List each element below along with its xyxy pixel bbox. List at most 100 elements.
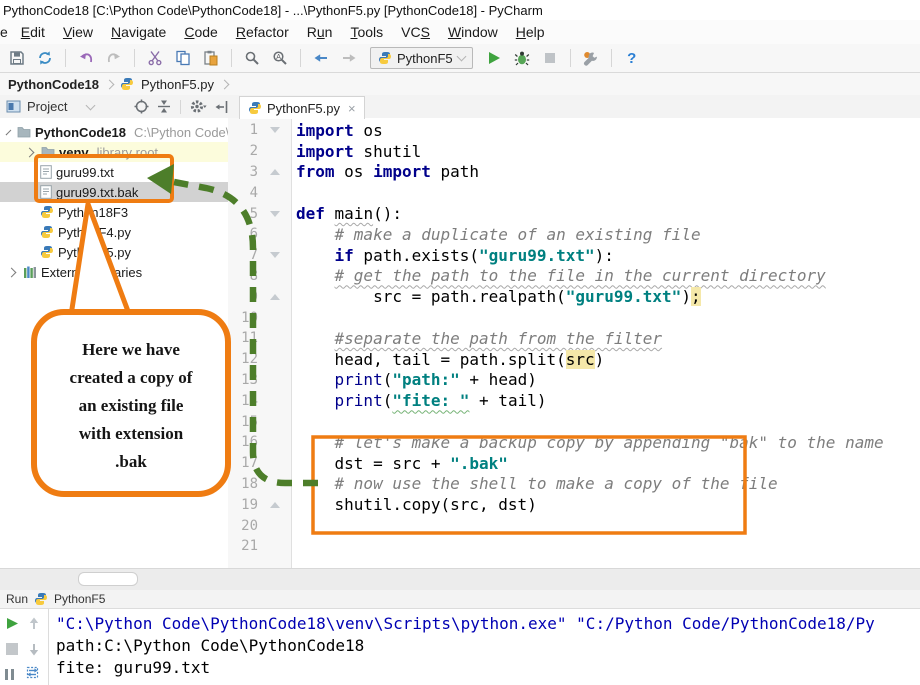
line-number: 17 [228,455,258,471]
menu-code[interactable]: Code [175,24,226,40]
menu-refactor[interactable]: Refactor [227,24,298,40]
menu-view[interactable]: View [54,24,102,40]
down-arrow-icon[interactable] [26,641,42,657]
close-tab-icon[interactable]: × [348,101,356,116]
tree-item-external-libraries[interactable]: External Libraries [0,262,228,282]
paste-icon[interactable] [198,46,224,70]
fold-marker-icon[interactable] [270,502,280,508]
tree-item-pythonf4-py[interactable]: PythonF4.py [0,222,228,242]
code-editor[interactable]: 1import os2import shutil3from os import … [228,118,920,568]
code-line-18[interactable]: 18 # now use the shell to make a copy of… [228,474,920,495]
breadcrumb-item[interactable]: PythonCode18 [8,77,99,92]
undo-icon[interactable] [73,46,99,70]
menu-help[interactable]: Help [507,24,554,40]
code-line-11[interactable]: 11 #separate the path from the filter [228,328,920,349]
chevron-right-icon[interactable] [25,147,35,157]
code-line-15[interactable]: 15 [228,411,920,432]
chevron-right-icon [105,79,115,89]
horizontal-scrollbar-track[interactable] [0,568,920,591]
fold-marker-icon[interactable] [270,252,280,258]
pause-icon[interactable] [2,666,18,682]
code-line-1[interactable]: 1import os [228,120,920,141]
restart-icon[interactable] [24,664,40,680]
stop-icon[interactable] [4,641,20,657]
rerun-icon[interactable] [4,615,20,631]
menu-window[interactable]: Window [439,24,507,40]
run-config-select[interactable]: PythonF5 [370,47,473,69]
toolbar-separator [65,49,66,67]
back-icon[interactable] [308,46,334,70]
code-line-21[interactable]: 21 [228,536,920,557]
code-line-6[interactable]: 6 # make a duplicate of an existing file [228,224,920,245]
code-line-5[interactable]: 5def main(): [228,203,920,224]
collapse-all-icon[interactable] [157,99,171,114]
copy-icon[interactable] [170,46,196,70]
menu-navigate[interactable]: Navigate [102,24,175,40]
tree-item-pythonf5-py[interactable]: PythonF5.py [0,242,228,262]
code-line-2[interactable]: 2import shutil [228,141,920,162]
fold-marker-icon[interactable] [270,127,280,133]
find-icon[interactable] [239,46,265,70]
code-line-8[interactable]: 8 # get the path to the file in the curr… [228,266,920,287]
forward-icon[interactable] [336,46,362,70]
stop-icon[interactable] [537,46,563,70]
gear-icon[interactable] [190,99,207,114]
replace-icon[interactable]: A [267,46,293,70]
code-text: import os [292,121,383,140]
locate-icon[interactable] [134,99,149,114]
sync-icon[interactable] [32,46,58,70]
chevron-down-icon[interactable] [6,129,12,135]
debug-icon[interactable] [509,46,535,70]
run-panel-tab[interactable]: PythonF5 [54,592,105,606]
python-icon [248,101,262,115]
python-icon [34,592,48,606]
code-line-17[interactable]: 17 dst = src + ".bak" [228,453,920,474]
help-icon[interactable]: ? [619,46,645,70]
code-line-3[interactable]: 3from os import path [228,162,920,183]
settings-wrench-icon[interactable] [578,46,604,70]
tree-item-guru99-txt[interactable]: guru99.txt [0,162,228,182]
editor-tab-strip: PythonF5.py × [228,95,920,119]
fold-marker-icon[interactable] [270,211,280,217]
up-arrow-icon[interactable] [26,615,42,631]
menu-items: EditViewNavigateCodeRefactorRunToolsVCSW… [12,24,554,40]
line-number: 5 [228,206,258,222]
fold-marker-icon[interactable] [270,294,280,300]
code-line-9[interactable]: 9 src = path.realpath("guru99.txt"); [228,286,920,307]
tree-item-pythoncode18[interactable]: PythonCode18C:\Python Code\Pyt [0,122,228,142]
breadcrumb-item[interactable]: PythonF5.py [141,77,214,92]
toolbar-separator [570,49,571,67]
console-line: "C:\Python Code\PythonCode18\venv\Script… [56,612,920,634]
code-line-20[interactable]: 20 [228,515,920,536]
tree-item-python18f3[interactable]: Python18F3 [0,202,228,222]
pycharm-window: { "window": {"title": "PythonCode18 [C:\… [0,0,920,685]
menu-file-clipped[interactable]: e [0,24,12,40]
tab-pythonf5[interactable]: PythonF5.py × [239,96,365,119]
code-line-19[interactable]: 19 shutil.copy(src, dst) [228,494,920,515]
code-line-7[interactable]: 7 if path.exists("guru99.txt"): [228,245,920,266]
hide-panel-icon[interactable] [215,100,228,114]
menu-edit[interactable]: Edit [12,24,54,40]
save-icon[interactable] [4,46,30,70]
line-number: 18 [228,476,258,492]
project-tool-window-icon[interactable] [6,100,21,113]
code-line-12[interactable]: 12 head, tail = path.split(src) [228,349,920,370]
redo-icon[interactable] [101,46,127,70]
run-icon[interactable] [481,46,507,70]
cut-icon[interactable] [142,46,168,70]
tree-item-guru99-txt-bak[interactable]: guru99.txt.bak [0,182,228,202]
tree-item-venv[interactable]: venvlibrary root [0,142,228,162]
code-line-16[interactable]: 16 # let's make a backup copy by appendi… [228,432,920,453]
code-line-4[interactable]: 4 [228,182,920,203]
chevron-down-icon[interactable] [86,100,96,110]
code-line-14[interactable]: 14 print("fite: " + tail) [228,390,920,411]
menu-run[interactable]: Run [298,24,342,40]
code-line-13[interactable]: 13 print("path:" + head) [228,370,920,391]
menu-tools[interactable]: Tools [341,24,392,40]
chevron-right-icon[interactable] [7,267,17,277]
horizontal-scrollbar-thumb[interactable] [78,572,138,586]
run-panel-header: Run PythonF5 [0,590,920,609]
fold-marker-icon[interactable] [270,169,280,175]
code-line-10[interactable]: 10 [228,307,920,328]
menu-vcs[interactable]: VCS [392,24,439,40]
